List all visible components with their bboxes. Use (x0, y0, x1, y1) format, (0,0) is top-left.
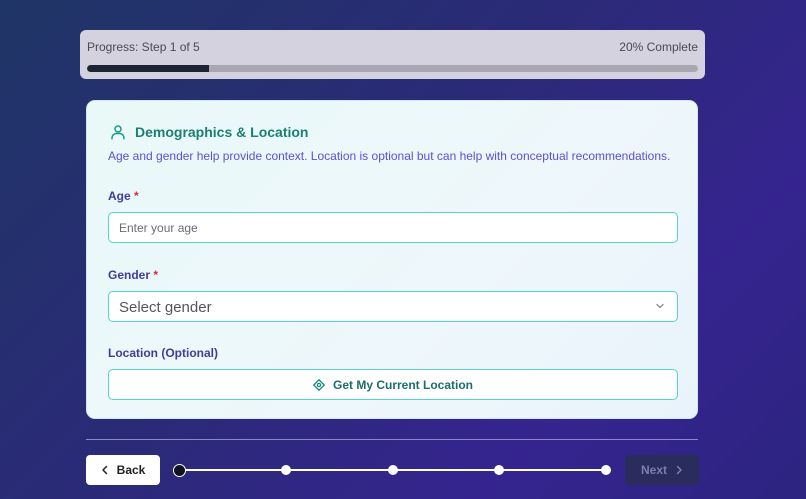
gender-label: Gender * (108, 268, 158, 282)
user-icon (111, 125, 125, 140)
age-label: Age * (108, 189, 139, 203)
step-connector (179, 469, 286, 471)
next-button[interactable]: Next (625, 455, 699, 485)
chevron-left-icon (101, 465, 107, 475)
progress-bar (87, 65, 698, 72)
step-dot (601, 465, 611, 475)
age-input[interactable] (108, 212, 678, 243)
progress-percent-text: 20% Complete (619, 40, 698, 54)
chevron-down-icon (656, 303, 664, 309)
progress-panel: Progress: Step 1 of 5 20% Complete (80, 30, 705, 79)
age-label-text: Age (108, 189, 131, 203)
step-dot (280, 465, 291, 475)
step-indicator (170, 460, 616, 480)
progress-step-text: Progress: Step 1 of 5 (87, 40, 200, 54)
step-connector (499, 469, 606, 471)
get-location-button[interactable]: Get My Current Location (108, 369, 678, 400)
gender-select-value: Select gender (119, 299, 212, 316)
gender-select[interactable]: Select gender (108, 291, 678, 322)
step-dot (494, 465, 505, 475)
section-description: Age and gender help provide context. Loc… (108, 149, 671, 163)
step-dot (172, 463, 186, 477)
progress-bar-fill (87, 65, 210, 72)
gender-required-mark: * (153, 268, 159, 282)
demographics-card: Demographics & Location Age and gender h… (86, 100, 698, 419)
back-label: Back (116, 463, 146, 477)
step-connector (392, 469, 500, 471)
location-crosshair-icon (312, 378, 325, 391)
step-dot (387, 465, 398, 475)
age-required-mark: * (134, 189, 139, 203)
chevron-right-icon (676, 465, 682, 475)
next-label: Next (640, 463, 667, 477)
get-location-label: Get My Current Location (332, 377, 473, 392)
back-button[interactable]: Back (86, 455, 160, 485)
location-label: Location (Optional) (108, 346, 218, 360)
section-title: Demographics & Location (135, 124, 309, 140)
gender-label-text: Gender (108, 268, 151, 282)
step-connector (285, 469, 393, 471)
divider (86, 439, 698, 440)
